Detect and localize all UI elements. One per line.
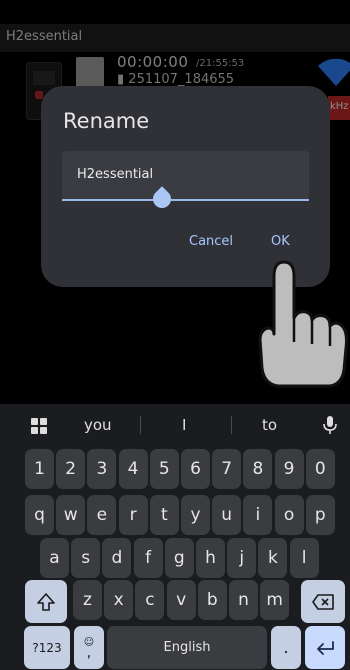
key-s[interactable]: s <box>71 538 101 578</box>
suggestion-bar: you I to <box>0 404 350 446</box>
key-7[interactable]: 7 <box>212 449 242 489</box>
mic-icon[interactable] <box>322 415 338 435</box>
key-9[interactable]: 9 <box>274 449 304 489</box>
key-y[interactable]: y <box>181 495 210 535</box>
key-o[interactable]: o <box>274 495 304 535</box>
comma-key-label: , <box>86 644 92 661</box>
soft-keyboard: you I to ?123 ☺ , English . 1234567890qw… <box>0 404 350 670</box>
ok-button[interactable]: OK <box>271 234 290 249</box>
key-a[interactable]: a <box>40 538 69 578</box>
space-key[interactable]: English <box>107 626 267 669</box>
key-v[interactable]: v <box>166 580 196 620</box>
key-p[interactable]: p <box>305 495 335 535</box>
key-8[interactable]: 8 <box>243 449 273 489</box>
key-h[interactable]: h <box>196 538 225 578</box>
key-m[interactable]: m <box>260 580 290 620</box>
status-bar <box>0 0 350 24</box>
key-b[interactable]: b <box>197 580 227 620</box>
backspace-key[interactable] <box>301 580 345 623</box>
key-q[interactable]: q <box>25 495 54 535</box>
suggestion-divider <box>140 416 141 434</box>
key-t[interactable]: t <box>149 495 179 535</box>
symbols-key[interactable]: ?123 <box>24 626 70 669</box>
key-k[interactable]: k <box>258 538 288 578</box>
dialog-title: Rename <box>63 109 150 133</box>
rename-dialog: Rename Cancel OK <box>41 86 330 287</box>
key-n[interactable]: n <box>229 580 258 620</box>
key-5[interactable]: 5 <box>149 449 179 489</box>
enter-key[interactable] <box>305 626 345 669</box>
key-d[interactable]: d <box>102 538 132 578</box>
suggestion-2[interactable]: I <box>182 416 186 434</box>
suggestion-divider <box>231 416 232 434</box>
key-j[interactable]: j <box>227 538 257 578</box>
key-4[interactable]: 4 <box>118 449 148 489</box>
key-l[interactable]: l <box>289 538 319 578</box>
key-6[interactable]: 6 <box>181 449 210 489</box>
key-u[interactable]: u <box>212 495 242 535</box>
key-r[interactable]: r <box>118 495 148 535</box>
key-3[interactable]: 3 <box>87 449 117 489</box>
key-1[interactable]: 1 <box>25 449 54 489</box>
period-key[interactable]: . <box>271 626 301 669</box>
rename-input[interactable] <box>77 167 297 182</box>
suggestion-1[interactable]: you <box>84 416 112 434</box>
field-underline <box>62 199 309 201</box>
key-2[interactable]: 2 <box>56 449 86 489</box>
text-cursor-handle[interactable] <box>149 186 175 212</box>
suggestion-3[interactable]: to <box>262 416 277 434</box>
key-g[interactable]: g <box>164 538 194 578</box>
key-e[interactable]: e <box>87 495 117 535</box>
comma-emoji-key[interactable]: ☺ , <box>74 626 104 669</box>
key-z[interactable]: z <box>73 580 102 620</box>
cancel-button[interactable]: Cancel <box>189 234 233 249</box>
key-c[interactable]: c <box>135 580 165 620</box>
key-0[interactable]: 0 <box>305 449 335 489</box>
rename-field[interactable] <box>62 151 309 212</box>
key-x[interactable]: x <box>104 580 134 620</box>
key-f[interactable]: f <box>133 538 163 578</box>
shift-key[interactable] <box>25 580 67 623</box>
apps-grid-icon[interactable] <box>31 418 47 434</box>
key-i[interactable]: i <box>243 495 273 535</box>
key-w[interactable]: w <box>56 495 86 535</box>
tap-hand-icon <box>254 258 350 392</box>
